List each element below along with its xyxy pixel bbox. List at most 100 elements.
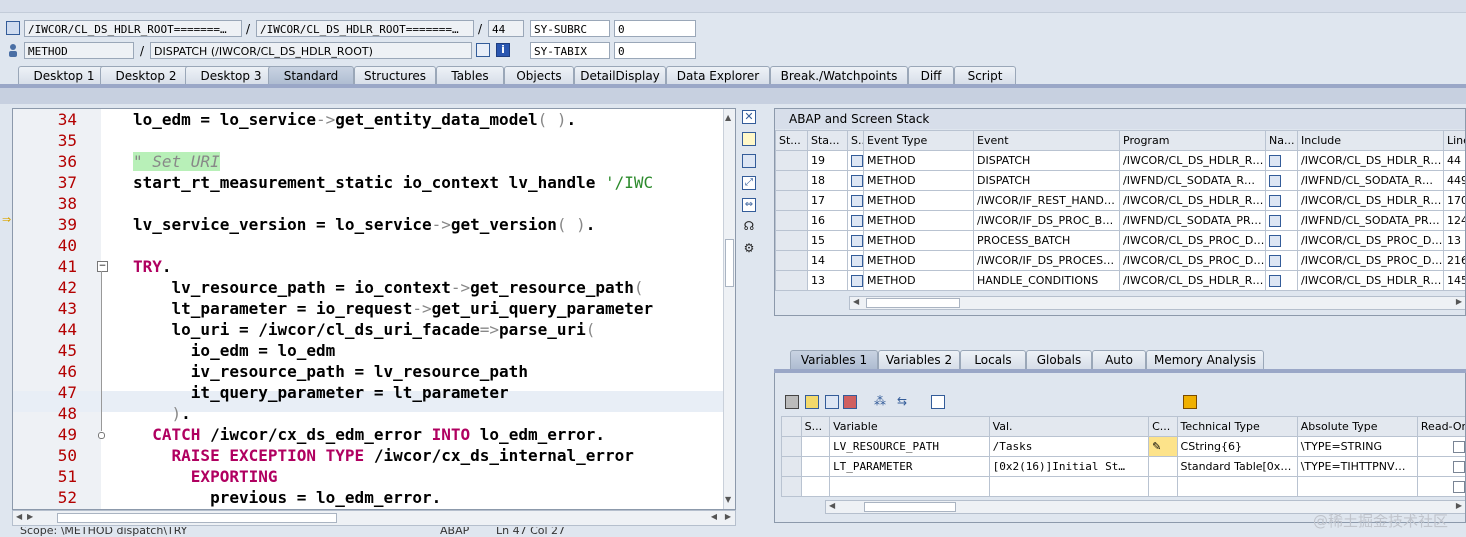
code-line[interactable]: 50 RAISE EXCEPTION TYPE /iwcor/cx_ds_int… xyxy=(13,445,735,466)
stack-row[interactable]: 17 METHOD/IWCOR/IF_REST_HAND…/IWCOR/CL_DS… xyxy=(775,190,1465,211)
source-editor[interactable]: 34 lo_edm = lo_service->get_entity_data_m… xyxy=(12,108,736,510)
export-icon[interactable] xyxy=(843,395,857,409)
scroll-left-arrow[interactable]: ◀ xyxy=(16,512,22,521)
resize-icon[interactable]: ⇔ xyxy=(742,198,756,212)
editor-vertical-scrollbar[interactable]: ▲ ▼ xyxy=(723,109,735,509)
new-tool-icon[interactable] xyxy=(742,132,756,146)
tab-standard[interactable]: Standard xyxy=(268,66,354,85)
scroll-right-arrow-2[interactable]: ▶ xyxy=(725,512,731,521)
tab-objects[interactable]: Objects xyxy=(504,66,574,85)
stack-column-header[interactable]: Program xyxy=(1119,130,1266,151)
tab-diff[interactable]: Diff xyxy=(908,66,954,85)
code-line[interactable]: 40 xyxy=(13,235,735,256)
variables-column-header[interactable]: Technical Type xyxy=(1176,416,1298,437)
scroll-thumb[interactable] xyxy=(725,239,734,287)
stack-column-header[interactable]: Event Type xyxy=(863,130,974,151)
tab-auto[interactable]: Auto xyxy=(1092,350,1146,369)
display-icon[interactable] xyxy=(476,43,490,57)
stack-scroll-thumb[interactable] xyxy=(866,298,960,308)
stack-row[interactable]: 19 METHOD DISPATCH/IWCOR/CL_DS_HDLR_R… /IWC… xyxy=(775,150,1465,171)
scroll-left-arrow[interactable]: ◀ xyxy=(853,297,859,306)
event-field[interactable]: DISPATCH (/IWCOR/CL_DS_HDLR_ROOT) xyxy=(150,42,472,59)
stack-row[interactable]: 16 METHOD/IWCOR/IF_DS_PROC_B…/IWFND/CL_SO… xyxy=(775,210,1465,231)
scroll-right-arrow[interactable]: ▶ xyxy=(1456,501,1462,510)
code-line[interactable]: 49 CATCH /iwcor/cx_ds_edm_error INTO lo_… xyxy=(13,424,735,445)
maximize-icon[interactable]: ⤢ xyxy=(742,176,756,190)
stack-column-header[interactable]: St... xyxy=(775,130,808,151)
watch-var-value-1[interactable]: 0 xyxy=(614,20,696,37)
hierarchy-icon[interactable]: ⁂ xyxy=(873,395,887,409)
variable-row[interactable]: LV_RESOURCE_PATH/Tasks ✎ CString{6} \TYPE=S… xyxy=(781,436,1465,457)
tab-desktop-1[interactable]: Desktop 1 xyxy=(18,66,110,85)
code-line[interactable]: 45 io_edm = lo_edm xyxy=(13,340,735,361)
code-line[interactable]: 38 xyxy=(13,193,735,214)
variable-name[interactable] xyxy=(829,476,990,497)
stack-column-header[interactable]: Event xyxy=(973,130,1120,151)
row-selector[interactable] xyxy=(781,476,802,497)
code-line[interactable]: 48 ). xyxy=(13,403,735,424)
close-icon[interactable]: ✕ xyxy=(742,110,756,124)
watch-var-name-1[interactable]: SY-SUBRC xyxy=(530,20,610,37)
watch-var-name-2[interactable]: SY-TABIX xyxy=(530,42,610,59)
code-line[interactable]: 34 lo_edm = lo_service->get_entity_data_m… xyxy=(13,109,735,130)
tab-memory-analysis[interactable]: Memory Analysis xyxy=(1146,350,1264,369)
tab-tables[interactable]: Tables xyxy=(436,66,504,85)
scroll-left-arrow-2[interactable]: ◀ xyxy=(711,512,717,521)
variable-row[interactable]: LT_PARAMETER [0x2(16)]Initial St… Standard… xyxy=(781,456,1465,477)
variables-scroll-thumb[interactable] xyxy=(864,502,956,512)
tab-variables-1[interactable]: Variables 1 xyxy=(790,350,878,369)
scroll-right-arrow[interactable]: ▶ xyxy=(1456,297,1462,306)
stack-column-header[interactable]: Na... xyxy=(1265,130,1298,151)
code-line[interactable]: 44 lo_uri = /iwcor/cl_ds_uri_facade=>par… xyxy=(13,319,735,340)
tab-desktop-3[interactable]: Desktop 3 xyxy=(185,66,277,85)
scroll-up-arrow[interactable]: ▲ xyxy=(725,113,731,122)
tab-variables-2[interactable]: Variables 2 xyxy=(878,350,960,369)
variables-column-header[interactable]: S... xyxy=(800,416,831,437)
change-value-icon[interactable]: ✎ xyxy=(1148,436,1178,457)
load-icon[interactable] xyxy=(805,395,819,409)
row-selector[interactable] xyxy=(781,436,802,457)
stack-column-header[interactable]: Sta... xyxy=(807,130,848,151)
code-line[interactable]: 43 lt_parameter = io_request->get_uri_qu… xyxy=(13,298,735,319)
variable-row[interactable] xyxy=(781,476,1465,497)
code-line[interactable]: 41 TRY. xyxy=(13,256,735,277)
code-line[interactable]: 35 xyxy=(13,130,735,151)
variables-column-header[interactable]: Absolute Type xyxy=(1296,416,1418,437)
code-line[interactable]: 39 lv_service_version = lo_service->get_v… xyxy=(13,214,735,235)
swap-tool-icon[interactable] xyxy=(742,154,756,168)
tab-globals[interactable]: Globals xyxy=(1026,350,1092,369)
headset-icon[interactable]: ☊ xyxy=(742,220,756,234)
stack-row[interactable]: 13 METHOD HANDLE_CONDITIONS/IWCOR/CL_DS_HD… xyxy=(775,270,1465,291)
stack-column-header[interactable]: Include xyxy=(1297,130,1444,151)
stack-horizontal-scrollbar[interactable]: ◀ ▶ xyxy=(849,296,1465,310)
code-line[interactable]: 42 lv_resource_path = io_context->get_re… xyxy=(13,277,735,298)
services-icon[interactable]: ⚙ xyxy=(742,242,756,256)
delete-icon[interactable] xyxy=(785,395,799,409)
stack-row[interactable]: 15 METHOD PROCESS_BATCH/IWCOR/CL_DS_PROC_D… xyxy=(775,230,1465,251)
editor-horizontal-scrollbar[interactable]: ◀ ▶ ◀ ▶ xyxy=(12,510,736,526)
stack-row[interactable]: 18 METHOD DISPATCH/IWFND/CL_SODATA_R… /IWFN… xyxy=(775,170,1465,191)
variables-column-header[interactable]: Read-Only... xyxy=(1416,416,1465,437)
stack-column-header[interactable]: Line xyxy=(1443,130,1465,151)
tab-detail-display[interactable]: DetailDisplay xyxy=(574,66,666,85)
arrows-icon[interactable]: ⇆ xyxy=(895,395,909,409)
scroll-down-arrow[interactable]: ▼ xyxy=(725,495,731,504)
code-line[interactable]: 51 EXPORTING xyxy=(13,466,735,487)
tab-locals[interactable]: Locals xyxy=(960,350,1026,369)
include-field[interactable]: /IWCOR/CL_DS_HDLR_ROOT=======… xyxy=(256,20,474,37)
watch-var-value-2[interactable]: 0 xyxy=(614,42,696,59)
event-type-field[interactable]: METHOD xyxy=(24,42,134,59)
tab-break-watchpoints[interactable]: Break./Watchpoints xyxy=(770,66,908,85)
line-number-field[interactable]: 44 xyxy=(488,20,524,37)
scroll-left-arrow[interactable]: ◀ xyxy=(829,501,835,510)
tab-desktop-2[interactable]: Desktop 2 xyxy=(100,66,192,85)
variable-name[interactable]: LT_PARAMETER xyxy=(829,456,990,477)
info-icon[interactable]: i xyxy=(496,43,510,57)
code-line[interactable]: 47 it_query_parameter = lt_parameter xyxy=(13,382,735,403)
code-line[interactable]: 37 start_rt_measurement_static io_context… xyxy=(13,172,735,193)
stack-row[interactable]: 14 METHOD/IWCOR/IF_DS_PROCES…/IWCOR/CL_DS… xyxy=(775,250,1465,271)
tab-data-explorer[interactable]: Data Explorer xyxy=(666,66,770,85)
tab-script[interactable]: Script xyxy=(954,66,1016,85)
fold-toggle-icon[interactable]: − xyxy=(97,261,108,272)
variables-column-header[interactable]: Variable xyxy=(829,416,990,437)
